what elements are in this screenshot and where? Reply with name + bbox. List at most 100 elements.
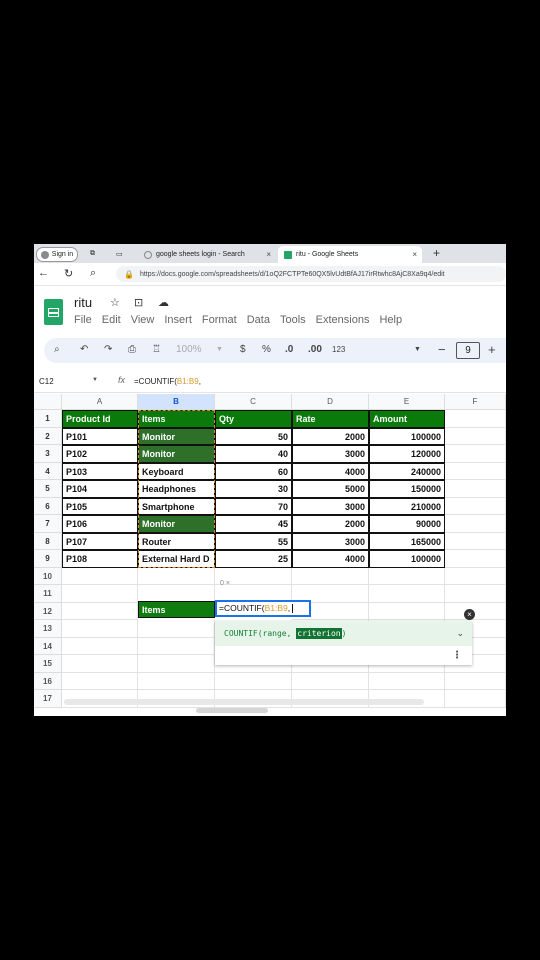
- table-cell-r2-c0[interactable]: P101: [62, 427, 138, 445]
- empty-cell[interactable]: [62, 620, 138, 638]
- new-tab-button[interactable]: +: [433, 246, 440, 260]
- empty-cell[interactable]: [62, 637, 138, 655]
- empty-cell[interactable]: [445, 567, 506, 585]
- column-header-d[interactable]: D: [292, 394, 369, 410]
- back-icon[interactable]: ←: [38, 267, 49, 279]
- table-cell-r6-c1[interactable]: Smartphone: [138, 497, 215, 515]
- number-format-button[interactable]: 123: [332, 345, 345, 354]
- redo-icon[interactable]: ↷: [104, 344, 112, 355]
- menu-edit[interactable]: Edit: [102, 314, 121, 326]
- table-cell-r8-c3[interactable]: 3000: [292, 532, 369, 550]
- horizontal-scrollbar-thumb[interactable]: [196, 708, 268, 713]
- close-tab-icon[interactable]: ×: [266, 250, 271, 259]
- row-header-8[interactable]: 8: [34, 532, 62, 550]
- print-icon[interactable]: ⎙: [128, 344, 136, 355]
- close-tab-icon[interactable]: ×: [412, 250, 417, 259]
- table-cell-r4-c4[interactable]: 240000: [369, 462, 445, 480]
- empty-cell[interactable]: [138, 655, 215, 673]
- table-cell-r2-c3[interactable]: 2000: [292, 427, 369, 445]
- search-menus-icon[interactable]: ⌕: [54, 344, 60, 355]
- table-cell-r3-c4[interactable]: 120000: [369, 445, 445, 463]
- table-cell-r2-c1[interactable]: Monitor: [138, 427, 215, 445]
- zoom-select[interactable]: 100%: [176, 344, 202, 355]
- sheets-logo-icon[interactable]: [44, 299, 63, 325]
- chevron-down-icon[interactable]: ⌄: [456, 628, 464, 639]
- empty-cell[interactable]: [445, 585, 506, 603]
- table-cell-r9-c3[interactable]: 4000: [292, 550, 369, 568]
- empty-cell[interactable]: [292, 672, 369, 690]
- empty-cell[interactable]: [445, 690, 506, 708]
- currency-format-button[interactable]: $: [240, 344, 246, 355]
- row-header-3[interactable]: 3: [34, 445, 62, 463]
- row-header-9[interactable]: 9: [34, 550, 62, 568]
- zoom-dropdown-icon[interactable]: ▼: [216, 346, 223, 353]
- column-header-e[interactable]: E: [369, 394, 445, 410]
- row-header-15[interactable]: 15: [34, 655, 62, 673]
- percent-format-button[interactable]: %: [262, 344, 271, 355]
- empty-cell[interactable]: [445, 672, 506, 690]
- empty-cell[interactable]: [215, 672, 292, 690]
- increase-font-size-button[interactable]: +: [488, 342, 496, 357]
- increase-decimal-button[interactable]: .00: [308, 344, 322, 355]
- table-cell-r7-c0[interactable]: P106: [62, 515, 138, 533]
- table-cell-r5-c2[interactable]: 30: [215, 480, 292, 498]
- empty-cell[interactable]: [445, 497, 506, 515]
- name-box[interactable]: C12: [39, 377, 54, 386]
- font-dropdown-icon[interactable]: ▼: [414, 346, 421, 353]
- table-cell-r3-c2[interactable]: 40: [215, 445, 292, 463]
- table-cell-r9-c0[interactable]: P108: [62, 550, 138, 568]
- formula-input[interactable]: =COUNTIF(B1:B9,: [134, 377, 201, 386]
- move-folder-icon[interactable]: ⊡: [134, 296, 143, 309]
- table-cell-r9-c2[interactable]: 25: [215, 550, 292, 568]
- decrease-font-size-button[interactable]: −: [438, 342, 446, 357]
- decrease-decimal-button[interactable]: .0: [285, 344, 293, 355]
- menu-format[interactable]: Format: [202, 314, 237, 326]
- table-cell-r4-c3[interactable]: 4000: [292, 462, 369, 480]
- empty-cell[interactable]: [445, 515, 506, 533]
- table-cell-r5-c1[interactable]: Headphones: [138, 480, 215, 498]
- row-header-17[interactable]: 17: [34, 690, 62, 708]
- empty-cell[interactable]: [138, 620, 215, 638]
- empty-cell[interactable]: [369, 602, 445, 620]
- undo-icon[interactable]: ↶: [80, 344, 88, 355]
- table-cell-r3-c3[interactable]: 3000: [292, 445, 369, 463]
- empty-cell[interactable]: [369, 567, 445, 585]
- table-cell-r4-c0[interactable]: P103: [62, 462, 138, 480]
- more-options-icon[interactable]: ⋮: [452, 650, 462, 661]
- empty-cell[interactable]: [445, 462, 506, 480]
- empty-cell[interactable]: [62, 655, 138, 673]
- empty-cell[interactable]: [62, 585, 138, 603]
- menu-view[interactable]: View: [131, 314, 155, 326]
- formula-hint-chip[interactable]: 0 ×: [220, 580, 230, 587]
- empty-cell[interactable]: [138, 672, 215, 690]
- row-header-2[interactable]: 2: [34, 427, 62, 445]
- row-header-5[interactable]: 5: [34, 480, 62, 498]
- tab-sheets[interactable]: ritu - Google Sheets ×: [278, 246, 422, 263]
- table-cell-r8-c0[interactable]: P107: [62, 532, 138, 550]
- empty-cell[interactable]: [369, 672, 445, 690]
- tab-actions-icon[interactable]: ▭: [116, 247, 123, 260]
- name-box-dropdown-icon[interactable]: ▼: [92, 377, 98, 383]
- row-header-7[interactable]: 7: [34, 515, 62, 533]
- header-cell-3[interactable]: Rate: [292, 410, 369, 428]
- close-help-icon[interactable]: ×: [464, 609, 475, 620]
- empty-cell[interactable]: [445, 602, 506, 620]
- row-header-11[interactable]: 11: [34, 585, 62, 603]
- table-cell-r7-c4[interactable]: 90000: [369, 515, 445, 533]
- column-header-b[interactable]: B: [138, 394, 215, 410]
- tab-search[interactable]: google sheets login - Search ×: [138, 246, 276, 263]
- table-cell-r6-c4[interactable]: 210000: [369, 497, 445, 515]
- star-icon[interactable]: ☆: [110, 296, 120, 309]
- row-header-10[interactable]: 10: [34, 567, 62, 585]
- empty-cell[interactable]: [138, 567, 215, 585]
- table-cell-r7-c3[interactable]: 2000: [292, 515, 369, 533]
- row-header-1[interactable]: 1: [34, 410, 62, 428]
- reload-icon[interactable]: ↻: [64, 267, 73, 280]
- horizontal-scrollbar[interactable]: [64, 699, 424, 705]
- menu-tools[interactable]: Tools: [280, 314, 306, 326]
- table-cell-r6-c3[interactable]: 3000: [292, 497, 369, 515]
- table-cell-r6-c2[interactable]: 70: [215, 497, 292, 515]
- table-cell-r8-c4[interactable]: 165000: [369, 532, 445, 550]
- table-cell-r4-c1[interactable]: Keyboard: [138, 462, 215, 480]
- empty-cell[interactable]: [138, 585, 215, 603]
